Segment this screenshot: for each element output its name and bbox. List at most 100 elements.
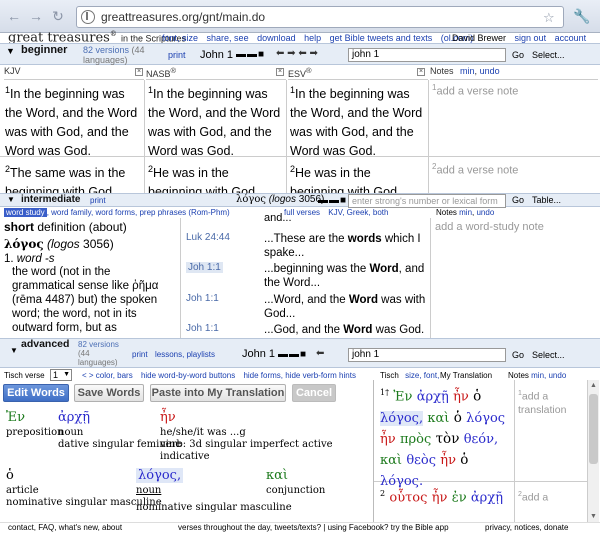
- intermediate-size-icons[interactable]: ▬▬■: [318, 195, 347, 206]
- translation-verse-2[interactable]: 2 οὗτος ἦν ἐν ἀρχῇ: [380, 484, 514, 522]
- translation-notes-min-link[interactable]: min, undo: [531, 371, 566, 380]
- translation-note-input-1[interactable]: 1add a translation: [518, 387, 586, 417]
- beginner-collapse-icon[interactable]: ▼: [6, 46, 15, 56]
- edit-words-button[interactable]: Edit Words: [3, 384, 69, 402]
- beginner-passage-input[interactable]: john 1: [348, 48, 506, 62]
- verse-note-input-2[interactable]: 2add a verse note: [432, 162, 518, 177]
- divider: [180, 218, 181, 338]
- occurrence-ref[interactable]: Joh 1:1: [186, 323, 219, 334]
- tab-word-study[interactable]: word study: [4, 208, 47, 217]
- wrench-icon[interactable]: 🔧: [573, 8, 591, 26]
- wordstudy-notes-min-link[interactable]: min: [459, 208, 472, 217]
- occurrence-ref[interactable]: Joh 1:1: [186, 262, 223, 273]
- translation-note-input-2[interactable]: 2add a: [518, 488, 586, 505]
- advanced-versions-link[interactable]: 82 versions: [78, 340, 119, 349]
- interlinear-word[interactable]: ἦν he/she/it was ...g verb: 3d singular …: [160, 410, 372, 463]
- reload-icon[interactable]: ↻: [50, 8, 66, 24]
- close-icon[interactable]: ×: [276, 68, 284, 76]
- download-link[interactable]: download: [257, 33, 296, 43]
- advanced-select-dropdown[interactable]: Select...: [532, 350, 565, 360]
- beginner-languages: languages): [83, 55, 128, 65]
- tisch-links: < > color, bars hide word-by-word button…: [82, 371, 356, 380]
- font-size-link[interactable]: font, size: [162, 33, 198, 43]
- verse-nasb-2[interactable]: 2He was in the beginning with God.: [148, 160, 286, 194]
- intermediate-level-label: intermediate: [21, 194, 81, 205]
- tweets-link[interactable]: get Bible tweets and texts: [330, 33, 433, 43]
- advanced-nav-arrow[interactable]: ⬅: [316, 348, 324, 359]
- footer-right-links[interactable]: privacy, notices, donate: [485, 523, 568, 532]
- occurrence-ref[interactable]: Luk 24:44: [186, 232, 230, 243]
- address-bar[interactable]: greattreasures.org/gnt/main.do ☆: [76, 6, 564, 28]
- definition-panel: short definition (about) λόγος (logos 30…: [4, 220, 176, 338]
- close-icon[interactable]: ×: [135, 68, 143, 76]
- translation-scrollbar[interactable]: ▲ ▼: [587, 380, 599, 522]
- user-name: David Brewer: [452, 33, 507, 43]
- verse-esv-1[interactable]: 1In the beginning was the Word, and the …: [290, 81, 428, 161]
- beginner-nav-arrows[interactable]: ⬅ ➡ ⬅ ➡: [276, 48, 318, 59]
- interlinear-word[interactable]: Ἐν preposition: [6, 410, 64, 439]
- hide-forms-link[interactable]: hide forms, hide verb-form hints: [243, 371, 356, 380]
- paste-into-translation-button[interactable]: Paste into My Translation: [150, 384, 286, 402]
- hide-wbw-buttons-link[interactable]: hide word-by-word buttons: [141, 371, 235, 380]
- account-link[interactable]: account: [555, 33, 587, 43]
- tisch-verse-label: Tisch verse: [4, 371, 45, 380]
- beginner-versions-link[interactable]: 82 versions (44: [83, 45, 145, 55]
- verse-note-input-1[interactable]: 1add a verse note: [432, 83, 518, 98]
- advanced-lessons-link[interactable]: lessons, playlists: [155, 350, 215, 359]
- translation-verse-1[interactable]: 1† Ἐν ἀρχῇ ἦν ὁ λόγος, καὶ ὁ λόγος ἦν πρ…: [380, 383, 514, 492]
- my-translation-header: My Translation: [440, 371, 493, 380]
- strongs-search-input[interactable]: enter strong's number or lexical form: [348, 194, 506, 208]
- beginner-go-button[interactable]: Go: [512, 50, 524, 60]
- help-link[interactable]: help: [304, 33, 321, 43]
- occurrence-ref[interactable]: Joh 1:1: [186, 293, 219, 304]
- color-bars-link[interactable]: < > color, bars: [82, 371, 133, 380]
- cancel-button[interactable]: Cancel: [292, 384, 336, 402]
- tab-word-forms[interactable]: word forms: [95, 208, 135, 217]
- column-header-kjv: KJV ×: [4, 66, 144, 80]
- occurrence-prev: and...: [264, 212, 292, 224]
- tab-word-family[interactable]: word family: [51, 208, 91, 217]
- notes-undo-link[interactable]: undo: [480, 66, 500, 76]
- advanced-go-button[interactable]: Go: [512, 350, 524, 360]
- page-root: ← → ↻ greattreasures.org/gnt/main.do ☆ 🔧…: [0, 0, 600, 534]
- beginner-select-dropdown[interactable]: Select...: [532, 50, 565, 60]
- verse-row-2: 2The same was in the beginning with God.…: [0, 157, 600, 194]
- column-header-esv: ESV® ×: [288, 66, 428, 80]
- intermediate-collapse-icon[interactable]: ▼: [7, 195, 15, 204]
- sign-out-link[interactable]: sign out: [515, 33, 547, 43]
- close-icon[interactable]: ×: [417, 68, 425, 76]
- save-words-button[interactable]: Save Words: [74, 384, 144, 402]
- tisch-verse-select[interactable]: 1 ▼: [50, 369, 72, 381]
- wordstudy-notes-undo-link[interactable]: undo: [476, 208, 494, 217]
- url-text[interactable]: greattreasures.org/gnt/main.do: [101, 10, 265, 24]
- wordstudy-note-input[interactable]: add a word-study note: [435, 221, 544, 233]
- beginner-size-icons[interactable]: ▬▬■: [236, 49, 265, 60]
- back-icon[interactable]: ←: [6, 8, 22, 24]
- intermediate-current-word: λόγος (logos 3056): [236, 194, 325, 205]
- interlinear-word[interactable]: καὶ conjunction: [266, 468, 325, 497]
- definition-text: the word (not in the grammatical sense l…: [12, 266, 159, 334]
- verse-esv-2[interactable]: 2He was in the beginning with God.: [290, 160, 428, 194]
- verse-nasb-1[interactable]: 1In the beginning was the Word, and the …: [148, 81, 286, 161]
- intermediate-go-button[interactable]: Go: [512, 195, 524, 205]
- advanced-size-icons[interactable]: ▬▬■: [278, 349, 307, 360]
- beginner-passage-label: John 1: [200, 49, 234, 61]
- advanced-passage-input[interactable]: john 1: [348, 348, 506, 362]
- advanced-print-link[interactable]: print: [132, 350, 148, 359]
- divider: [373, 380, 374, 522]
- intermediate-print-link[interactable]: print: [90, 196, 106, 205]
- intermediate-table-dropdown[interactable]: Table...: [532, 195, 561, 205]
- verse-kjv-1[interactable]: 1In the beginning was the Word, and the …: [5, 81, 143, 161]
- share-link[interactable]: share, see: [207, 33, 249, 43]
- footer-middle-links[interactable]: verses throughout the day, tweets/texts?…: [178, 523, 449, 532]
- beginner-print-link[interactable]: print: [168, 50, 186, 60]
- advanced-languages: languages): [78, 358, 118, 367]
- interlinear-word-selected[interactable]: λόγος, noun: [136, 468, 184, 497]
- wordstudy-notes-header: Notes min, undo: [436, 208, 495, 217]
- advanced-collapse-icon[interactable]: ▼: [10, 346, 18, 355]
- forward-icon[interactable]: →: [28, 8, 44, 24]
- notes-min-link[interactable]: min: [460, 66, 475, 76]
- bookmark-star-icon[interactable]: ☆: [543, 10, 555, 26]
- footer-left-links[interactable]: contact, FAQ, what's new, about: [8, 523, 122, 532]
- verse-kjv-2[interactable]: 2The same was in the beginning with God.: [5, 160, 143, 194]
